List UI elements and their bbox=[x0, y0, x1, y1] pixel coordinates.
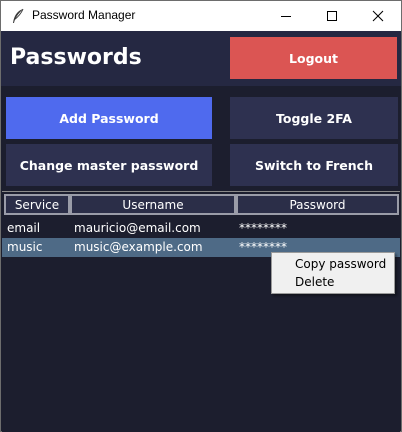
cell-service: music bbox=[7, 240, 43, 254]
add-password-button[interactable]: Add Password bbox=[6, 97, 212, 139]
copy-password-menu-item[interactable]: Copy password bbox=[295, 257, 386, 271]
close-icon bbox=[372, 10, 384, 22]
minimize-icon bbox=[281, 16, 291, 17]
maximize-icon bbox=[327, 11, 337, 21]
cell-password: ******** bbox=[239, 221, 287, 235]
app-window: Password Manager Passwords Logout Add Pa… bbox=[0, 0, 402, 432]
page-title: Passwords bbox=[10, 45, 142, 70]
delete-menu-item[interactable]: Delete bbox=[295, 275, 334, 289]
cell-service: email bbox=[7, 221, 41, 235]
table-row[interactable]: email mauricio@email.com ******** bbox=[2, 219, 400, 238]
change-master-password-button[interactable]: Change master password bbox=[6, 144, 212, 186]
cell-username: music@example.com bbox=[74, 240, 203, 254]
logout-button[interactable]: Logout bbox=[230, 37, 397, 79]
cell-username: mauricio@email.com bbox=[74, 221, 201, 235]
context-menu: Copy password Delete bbox=[271, 252, 395, 294]
title-bar: Password Manager bbox=[1, 1, 401, 31]
header-bar: Passwords Logout bbox=[1, 31, 401, 86]
feather-icon bbox=[11, 8, 25, 24]
switch-language-button[interactable]: Switch to French bbox=[230, 144, 398, 186]
close-button[interactable] bbox=[355, 1, 401, 31]
toggle-2fa-button[interactable]: Toggle 2FA bbox=[230, 97, 398, 139]
column-header-username[interactable]: Username bbox=[70, 194, 236, 215]
window-title: Password Manager bbox=[32, 8, 136, 22]
column-header-service[interactable]: Service bbox=[4, 194, 70, 215]
column-header-password[interactable]: Password bbox=[236, 194, 399, 215]
minimize-button[interactable] bbox=[263, 1, 309, 31]
password-table[interactable]: Service Username Password email mauricio… bbox=[2, 191, 400, 432]
maximize-button[interactable] bbox=[309, 1, 355, 31]
